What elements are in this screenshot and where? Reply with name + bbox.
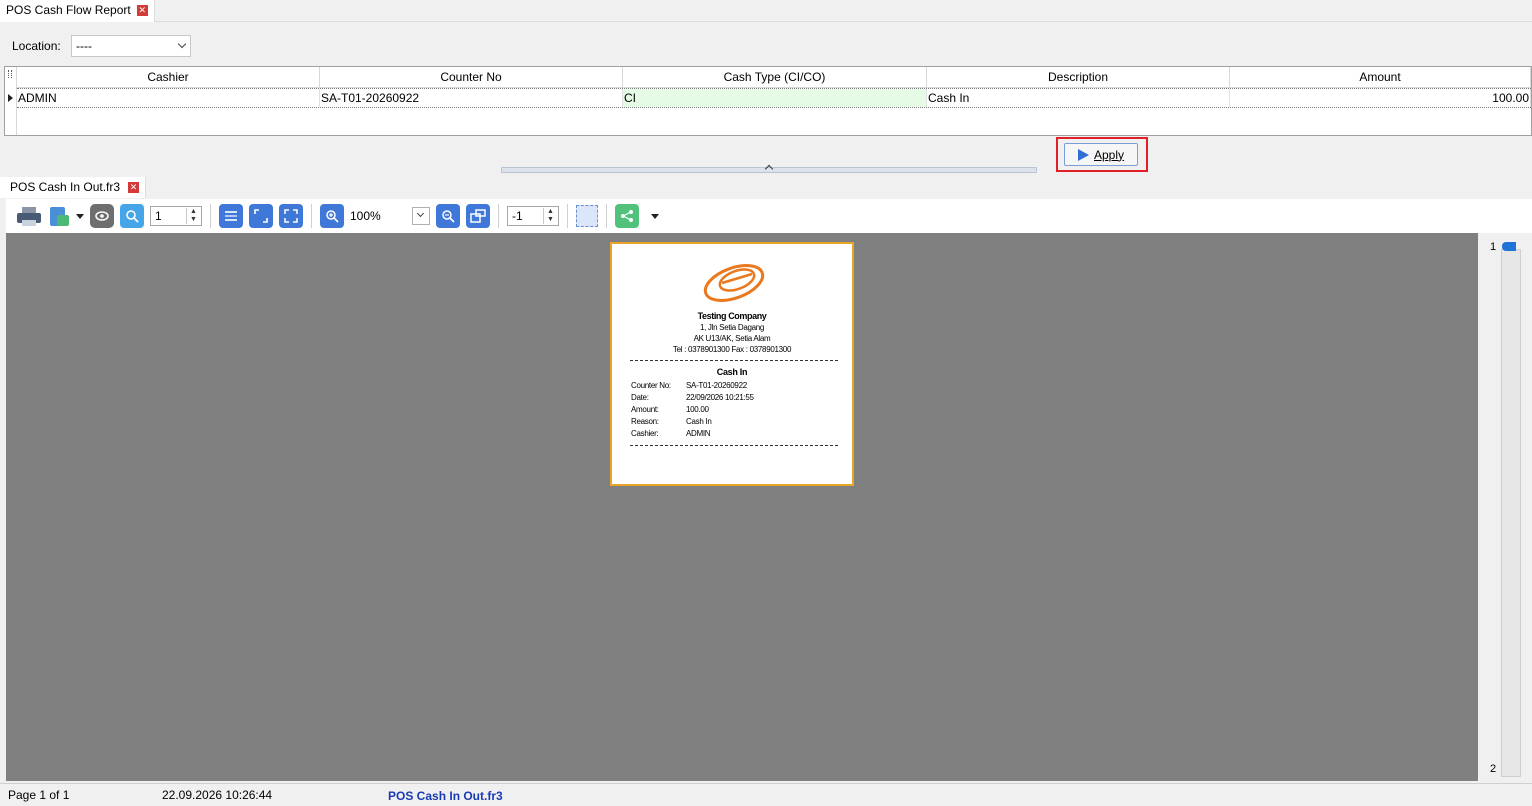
receipt-company-name: Testing Company (697, 311, 767, 321)
toolbar-separator (498, 204, 499, 228)
play-icon (1077, 148, 1089, 161)
export-icon[interactable] (48, 205, 70, 227)
grid-header: Cashier Counter No Cash Type (CI/CO) Des… (17, 67, 1531, 88)
receipt-title: Cash In (716, 367, 748, 377)
receipt-cashier-label: Cashier: (631, 429, 659, 438)
receipt-divider (630, 360, 838, 361)
receipt-reason-label: Reason: (631, 417, 659, 426)
receipt-divider (630, 445, 838, 446)
page-marker-first: 1 (1490, 241, 1497, 253)
whole-page-icon[interactable] (249, 204, 273, 228)
page-marker-last: 2 (1490, 763, 1497, 775)
receipt-amount-label: Amount: (631, 405, 659, 414)
secondary-spinner-value: -1 (512, 209, 523, 223)
tab-title: POS Cash Flow Report (6, 3, 131, 17)
current-row-arrow-icon (8, 94, 13, 102)
current-page-marker-icon[interactable] (1502, 242, 1516, 251)
export-dropdown-caret-icon[interactable] (76, 213, 84, 219)
fullscreen-icon[interactable] (279, 204, 303, 228)
receipt-reason-value: Cash In (686, 417, 712, 426)
toolbar-separator (311, 204, 312, 228)
column-header-cashier[interactable]: Cashier (17, 67, 320, 88)
toolbar-separator (606, 204, 607, 228)
receipt-page: Testing Company 1, Jln Setia Dagang AK U… (610, 242, 854, 486)
receipt-counter-label: Counter No: (631, 381, 671, 390)
page-width-icon[interactable] (219, 204, 243, 228)
row-indicator-column (5, 67, 17, 135)
chevron-up-icon[interactable] (764, 164, 774, 174)
thumbnails-icon[interactable] (576, 205, 598, 227)
location-label: Location: (12, 39, 61, 53)
cell-cash-type[interactable]: CI (623, 89, 927, 107)
close-tab-icon[interactable]: ✕ (128, 182, 140, 193)
eye-icon[interactable] (90, 204, 114, 228)
zoom-dropdown[interactable] (412, 207, 430, 225)
preview-toolbar: 1 ▲ ▼ 100% -1 ▲ ▼ (6, 199, 1532, 233)
status-file: POS Cash In Out.fr3 (388, 789, 503, 803)
status-timestamp: 22.09.2026 10:26:44 (162, 788, 273, 802)
close-tab-icon[interactable]: ✕ (136, 5, 148, 16)
page-number-spinner[interactable]: 1 ▲ ▼ (150, 206, 202, 226)
find-icon[interactable] (120, 204, 144, 228)
chevron-down-icon (177, 39, 187, 49)
receipt-address-line1: 1, Jln Setia Dagang (699, 323, 765, 332)
cell-cashier[interactable]: ADMIN (17, 89, 320, 107)
column-header-counter-no[interactable]: Counter No (320, 67, 623, 88)
zoom-in-icon[interactable] (320, 204, 344, 228)
receipt-amount-value: 100.00 (686, 405, 709, 414)
report-tab-title: POS Cash In Out.fr3 (10, 180, 121, 194)
status-bar: Page 1 of 1 22.09.2026 10:26:44 POS Cash… (0, 783, 1532, 806)
secondary-spinner[interactable]: -1 ▲ ▼ (507, 206, 559, 226)
page-scrollbar[interactable] (1501, 249, 1521, 777)
location-value: ---- (76, 39, 92, 53)
receipt-contact: Tel : 0378901300 Fax : 0378901300 (672, 345, 792, 354)
apply-label: Apply (1093, 147, 1125, 162)
cell-amount[interactable]: 100.00 (1230, 89, 1531, 107)
tab-pos-cash-flow-report[interactable]: POS Cash Flow Report ✕ (0, 0, 155, 22)
receipt-cashier-value: ADMIN (686, 429, 711, 438)
column-header-description[interactable]: Description (927, 67, 1230, 88)
toolbar-separator (210, 204, 211, 228)
toolbar-separator (567, 204, 568, 228)
chevron-down-icon (416, 209, 425, 218)
share-icon[interactable] (615, 204, 639, 228)
column-header-amount[interactable]: Amount (1230, 67, 1531, 88)
zoom-out-icon[interactable] (436, 204, 460, 228)
spin-arrows-icon[interactable]: ▲ ▼ (186, 208, 200, 224)
cell-counter-no[interactable]: SA-T01-20260922 (320, 89, 623, 107)
cash-flow-grid: Cashier Counter No Cash Type (CI/CO) Des… (4, 66, 1532, 136)
panel-splitter[interactable] (501, 164, 1037, 174)
receipt-date-label: Date: (631, 393, 649, 402)
column-chooser-icon[interactable] (8, 70, 12, 78)
table-row[interactable]: ADMIN SA-T01-20260922 CI Cash In 100.00 (17, 88, 1531, 108)
cell-description[interactable]: Cash In (927, 89, 1230, 107)
outline-icon[interactable] (466, 204, 490, 228)
company-logo-icon (703, 264, 765, 302)
location-dropdown[interactable]: ---- (71, 35, 191, 57)
apply-button[interactable]: Apply (1064, 143, 1138, 166)
receipt-address-line2: AK U13/AK, Setia Alam (693, 334, 771, 343)
column-header-cash-type[interactable]: Cash Type (CI/CO) (623, 67, 927, 88)
receipt-counter-value: SA-T01-20260922 (686, 381, 747, 390)
status-page: Page 1 of 1 (8, 788, 70, 802)
page-number-value: 1 (155, 209, 162, 223)
print-icon[interactable] (16, 205, 42, 227)
receipt-date-value: 22/09/2026 10:21:55 (686, 393, 754, 402)
document-tab-bar: POS Cash Flow Report ✕ (0, 0, 1532, 22)
spin-arrows-icon[interactable]: ▲ ▼ (543, 208, 557, 224)
zoom-level[interactable]: 100% (350, 209, 406, 223)
tab-report-preview[interactable]: POS Cash In Out.fr3 ✕ (0, 177, 147, 198)
share-dropdown-caret-icon[interactable] (651, 213, 659, 219)
page-navigator: 1 2 (1478, 233, 1532, 781)
